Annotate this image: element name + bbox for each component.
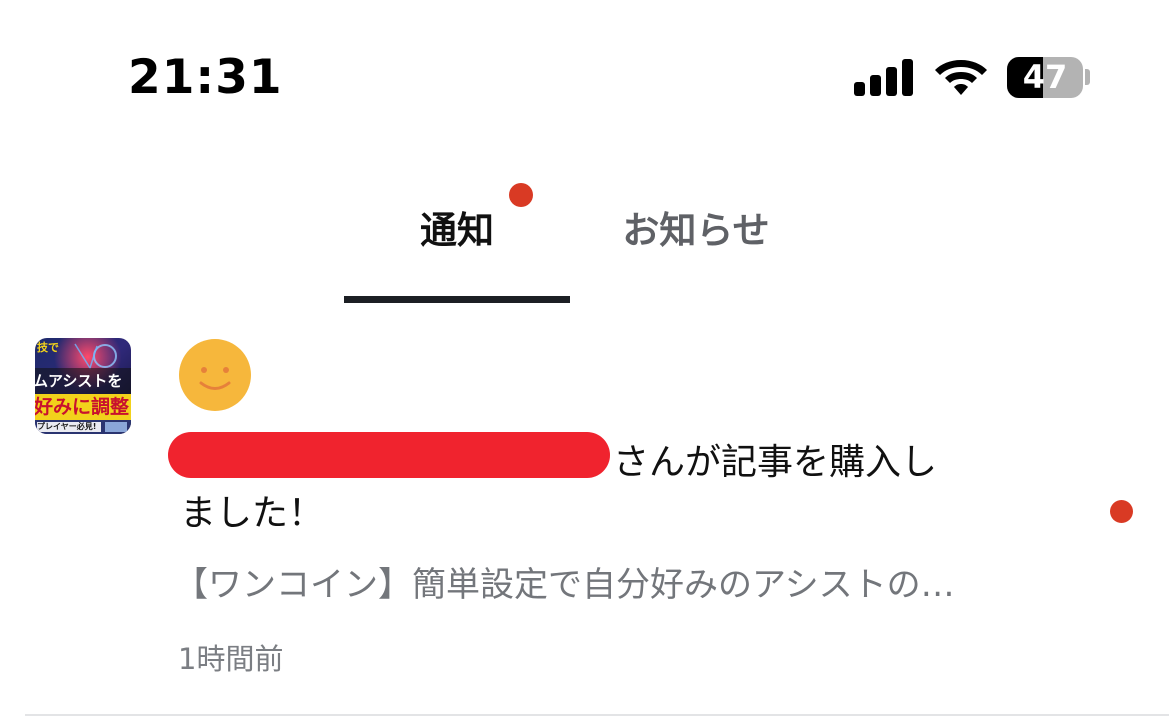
tab-notifications-badge [509,183,533,207]
active-tab-indicator [344,296,570,303]
tab-notifications[interactable]: 通知 [344,205,570,257]
notification-timestamp: 1時間前 [178,642,284,676]
smiley-avatar-icon[interactable] [178,338,252,412]
battery-percent: 47 [1022,58,1068,96]
list-divider [25,714,1169,716]
cellular-signal-icon [854,58,914,96]
battery-terminal [1085,69,1090,85]
thumbnail-tag-text: 技で [37,341,59,354]
redacted-username [168,432,610,478]
battery-icon: 47 [1007,57,1083,98]
notification-message: さんが記事を購入し [613,442,938,483]
status-time: 21:31 [128,50,283,105]
wifi-icon [935,60,987,95]
tab-announcements[interactable]: お知らせ [610,205,782,257]
article-title[interactable]: 【ワンコイン】簡単設定で自分好みのアシストの… [174,560,1054,610]
article-thumbnail[interactable]: 技で ムアシストを 好みに調整 プレイヤー必見! [35,338,131,434]
notification-message-continued: ました！ [180,493,325,534]
unread-indicator [1110,500,1133,523]
thumbnail-line2-text: 好みに調整 [35,396,130,418]
thumbnail-line3-text: プレイヤー必見! [37,422,97,431]
thumbnail-line1-text: ムアシストを [35,372,123,390]
notification-item[interactable]: 技で ムアシストを 好みに調整 プレイヤー必見! さんが記事を購入し ました！ … [0,320,1169,715]
